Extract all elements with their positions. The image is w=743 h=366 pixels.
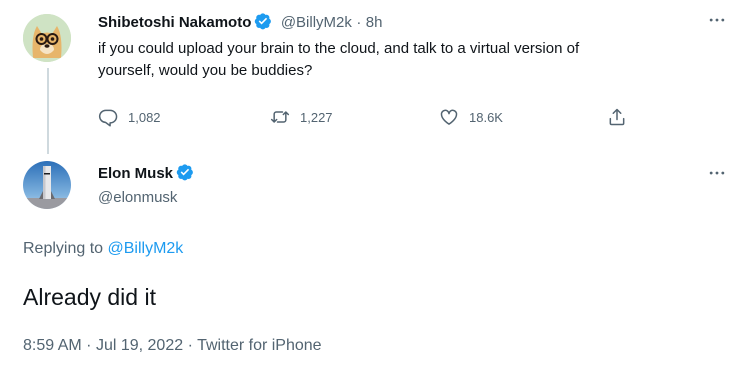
reply-icon — [98, 109, 118, 127]
avatar-elon[interactable] — [23, 161, 71, 209]
share-button[interactable] — [607, 107, 627, 127]
more-options-button[interactable] — [707, 10, 727, 35]
rocket-avatar-icon — [23, 161, 71, 209]
replying-to-line: Replying to @BillyM2k — [23, 240, 183, 258]
main-tweet-text: Already did it — [23, 284, 156, 310]
share-icon — [609, 108, 625, 126]
tweet-source-link[interactable]: Twitter for iPhone — [197, 337, 322, 354]
more-icon — [709, 18, 725, 22]
like-button[interactable]: 18.6K — [439, 107, 503, 127]
reply-button[interactable]: 1,082 — [98, 107, 161, 127]
avatar-shibetoshi[interactable] — [23, 14, 71, 62]
author-name[interactable]: Shibetoshi Nakamoto — [98, 14, 251, 31]
more-options-button[interactable] — [707, 163, 727, 188]
meta-separator: · — [187, 337, 193, 354]
doge-avatar-icon — [23, 14, 71, 62]
replying-prefix: Replying to — [23, 240, 104, 257]
verified-badge-icon — [176, 163, 194, 181]
meta-separator: · — [86, 337, 92, 354]
more-icon — [709, 171, 725, 175]
second-tweet-header: Elon Musk — [98, 163, 194, 183]
author-name[interactable]: Elon Musk — [98, 165, 173, 182]
tweet-timestamp-link[interactable]: 8:59 AM — [23, 337, 82, 354]
retweet-icon — [270, 111, 290, 123]
tweet-time[interactable]: 8h — [366, 14, 383, 31]
author-handle[interactable]: @elonmusk — [98, 189, 177, 206]
tweet-metadata: 8:59 AM · Jul 19, 2022 · Twitter for iPh… — [23, 337, 322, 355]
first-tweet-header: Shibetoshi Nakamoto @BillyM2k · 8h — [98, 12, 382, 32]
like-count: 18.6K — [469, 109, 503, 125]
author-handle[interactable]: @BillyM2k — [281, 14, 352, 31]
retweet-count: 1,227 — [300, 109, 333, 125]
tweet-date-link[interactable]: Jul 19, 2022 — [96, 337, 183, 354]
replying-to-handle-link[interactable]: @BillyM2k — [108, 240, 184, 257]
like-icon — [440, 109, 458, 125]
tweet-text-line1: if you could upload your brain to the cl… — [98, 40, 580, 57]
first-tweet-text: if you could upload your brain to the cl… — [98, 38, 579, 82]
reply-count: 1,082 — [128, 109, 161, 125]
header-separator: · — [356, 14, 362, 31]
retweet-button[interactable]: 1,227 — [270, 107, 333, 127]
tweet-text-line2: yourself, would you be buddies? — [98, 62, 313, 79]
thread-connector-line — [47, 68, 49, 154]
verified-badge-icon — [254, 12, 272, 30]
